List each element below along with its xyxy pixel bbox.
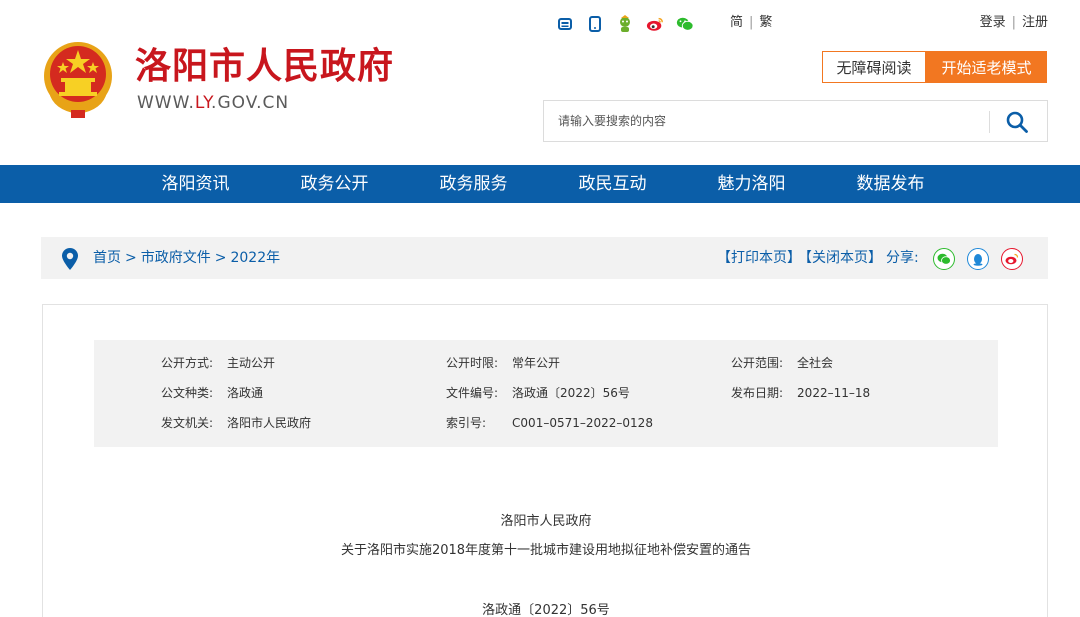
document-metadata: 公开方式: 主动公开 公开时限: 常年公开 公开范围: 全社会 公文种类: 洛政通 文件… [94, 340, 998, 447]
meta-doc-number: 文件编号: 洛政通〔2022〕56号 [446, 386, 630, 400]
nav-item-gov-services[interactable]: 政务服务 [404, 165, 543, 203]
print-icon[interactable] [556, 15, 574, 33]
login-link[interactable]: 登录 [980, 15, 1006, 30]
share-wechat-icon[interactable] [933, 248, 955, 270]
breadcrumb-bar: 首页 > 市政府文件 >2022年 【打印本页】 【关闭本页】 分享: [41, 237, 1048, 279]
share-label: 分享: [886, 250, 919, 266]
page-tools: 【打印本页】 【关闭本页】 分享: [717, 237, 923, 279]
search-input[interactable] [544, 101, 984, 141]
location-pin-icon [62, 248, 78, 270]
site-title: 洛阳市人民政府 [135, 46, 395, 87]
nav-item-charm-luoyang[interactable]: 魅力洛阳 [682, 165, 821, 203]
meta-open-method: 公开方式: 主动公开 [161, 356, 276, 370]
nav-item-gov-affairs-open[interactable]: 政务公开 [265, 165, 404, 203]
search-icon [1006, 111, 1028, 133]
mobile-icon[interactable] [586, 15, 604, 33]
lang-traditional-link[interactable]: 繁 [759, 15, 772, 30]
lang-simplified-link[interactable]: 简 [730, 15, 743, 30]
meta-doc-type: 公文种类: 洛政通 [161, 386, 264, 400]
share-icons [933, 248, 1035, 270]
meta-publish-date: 发布日期: 2022–11–18 [731, 386, 871, 400]
national-emblem-icon [44, 42, 112, 118]
weibo-icon[interactable] [646, 15, 664, 33]
nav-item-interaction[interactable]: 政民互动 [543, 165, 682, 203]
share-weibo-icon[interactable] [1001, 248, 1023, 270]
breadcrumb-home[interactable]: 首页 [93, 250, 121, 266]
site-header: 洛阳市人民政府 WWW.LY.GOV.CN 简 | 繁 登录 | 注册 无障碍阅读 开始… [0, 0, 1080, 165]
nav-item-data-release[interactable]: 数据发布 [821, 165, 960, 203]
document-org: 洛阳市人民政府 [500, 514, 592, 529]
register-link[interactable]: 注册 [1022, 15, 1048, 30]
meta-issuer: 发文机关: 洛阳市人民政府 [161, 416, 312, 430]
elder-mode-button[interactable]: 开始适老模式 [926, 51, 1047, 83]
top-icon-bar [556, 14, 706, 34]
accessible-reading-button[interactable]: 无障碍阅读 [822, 51, 926, 83]
site-url-suffix: .GOV.CN [211, 93, 290, 113]
wechat-icon[interactable] [676, 15, 694, 33]
mascot-icon[interactable] [616, 15, 634, 33]
breadcrumb-gov-docs[interactable]: 市政府文件 [141, 250, 211, 266]
breadcrumb-year[interactable]: 2022年 [230, 250, 280, 266]
search-box [543, 100, 1048, 142]
search-button[interactable] [1002, 107, 1032, 137]
site-url: WWW.LY.GOV.CN [137, 93, 289, 113]
article-content: 公开方式: 主动公开 公开时限: 常年公开 公开范围: 全社会 公文种类: 洛政通 文件… [42, 304, 1048, 617]
meta-index: 索引号: C001–0571–2022–0128 [446, 416, 653, 430]
share-qq-icon[interactable] [967, 248, 989, 270]
nav-item-news[interactable]: 洛阳资讯 [126, 165, 265, 203]
site-url-prefix: WWW. [137, 93, 195, 113]
meta-open-scope: 公开范围: 全社会 [731, 356, 834, 370]
main-nav: 洛阳资讯 政务公开 政务服务 政民互动 魅力洛阳 数据发布 [0, 165, 1080, 203]
document-number: 洛政通〔2022〕56号 [482, 603, 610, 617]
meta-open-period: 公开时限: 常年公开 [446, 356, 561, 370]
breadcrumb: 首页 > 市政府文件 >2022年 [93, 250, 281, 266]
site-url-highlight: LY [194, 93, 212, 113]
close-page-link[interactable]: 【关闭本页】 [805, 250, 882, 266]
print-page-link[interactable]: 【打印本页】 [717, 250, 801, 266]
language-switch: 简 | 繁 [730, 15, 773, 30]
account-links: 登录 | 注册 [979, 15, 1048, 30]
document-title: 关于洛阳市实施2018年度第十一批城市建设用地拟征地补偿安置的通告 [340, 543, 752, 558]
search-divider [989, 111, 990, 133]
